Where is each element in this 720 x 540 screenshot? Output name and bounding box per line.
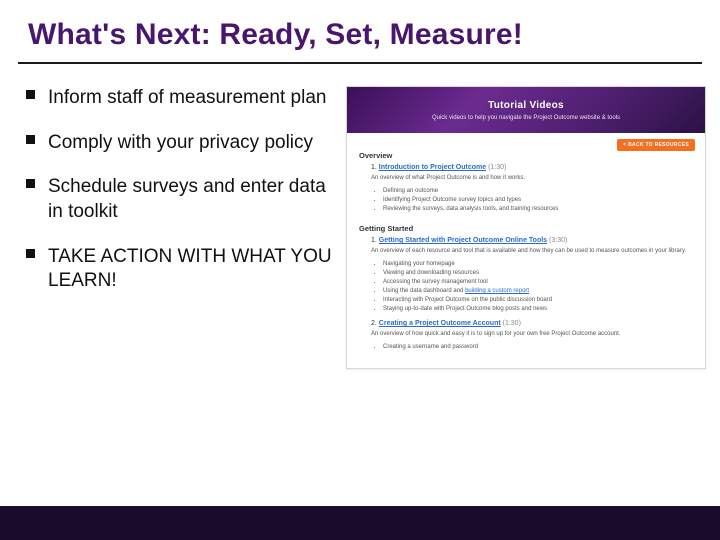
video-link[interactable]: Introduction to Project Outcome [379, 164, 486, 171]
square-bullet-icon [26, 135, 35, 144]
video-duration: (3:30) [549, 237, 567, 244]
video-item: 1. Introduction to Project Outcome (1:30… [371, 164, 693, 171]
subpoint: Accessing the survey management tool [383, 278, 693, 287]
slide-title: What's Next: Ready, Set, Measure! [28, 18, 692, 52]
bullet-text: TAKE ACTION WITH WHAT YOU LEARN! [48, 246, 332, 292]
section-heading-getting-started: Getting Started [359, 224, 693, 233]
video-duration: (1:30) [503, 320, 521, 327]
video-link[interactable]: Getting Started with Project Outcome Onl… [379, 237, 547, 244]
item-number: 1. [371, 164, 377, 171]
banner-title: Tutorial Videos [488, 100, 564, 111]
video-subpoints: Navigating your homepage Viewing and dow… [383, 260, 693, 314]
item-number: 1. [371, 237, 377, 244]
subpoint: Using the data dashboard and building a … [383, 287, 693, 296]
thumbnail-body: < BACK TO RESOURCES Overview 1. Introduc… [347, 133, 705, 368]
video-link[interactable]: Creating a Project Outcome Account [379, 320, 501, 327]
bullet-item: TAKE ACTION WITH WHAT YOU LEARN! [20, 245, 340, 294]
inline-link[interactable]: building a custom report [465, 288, 529, 294]
subpoint: Interacting with Project Outcome on the … [383, 296, 693, 305]
video-subpoints: Creating a username and password [383, 343, 693, 352]
bullet-text: Comply with your privacy policy [48, 132, 313, 153]
thumbnail-banner: Tutorial Videos Quick videos to help you… [347, 87, 705, 133]
subpoint: Identifying Project Outcome survey topic… [383, 196, 693, 205]
slide-footer-bar [0, 506, 720, 540]
item-number: 2. [371, 320, 377, 327]
video-description: An overview of how quick and easy it is … [371, 330, 693, 338]
subpoint: Navigating your homepage [383, 260, 693, 269]
video-duration: (1:30) [488, 164, 506, 171]
section-heading-overview: Overview [359, 151, 693, 160]
video-description: An overview of each resource and tool th… [371, 247, 693, 255]
bullet-text: Inform staff of measurement plan [48, 87, 326, 108]
bullet-list: Inform staff of measurement plan Comply … [20, 86, 340, 369]
video-description: An overview of what Project Outcome is a… [371, 174, 693, 182]
banner-subtitle: Quick videos to help you navigate the Pr… [414, 115, 638, 121]
video-subpoints: Defining an outcome Identifying Project … [383, 187, 693, 214]
subpoint: Staying up-to-date with Project Outcome … [383, 305, 693, 314]
square-bullet-icon [26, 249, 35, 258]
subpoint: Defining an outcome [383, 187, 693, 196]
content-row: Inform staff of measurement plan Comply … [0, 64, 720, 369]
bullet-text: Schedule surveys and enter data in toolk… [48, 176, 326, 222]
subpoint: Viewing and downloading resources [383, 269, 693, 278]
tutorial-videos-thumbnail: Tutorial Videos Quick videos to help you… [346, 86, 706, 369]
bullet-item: Comply with your privacy policy [20, 131, 340, 156]
square-bullet-icon [26, 179, 35, 188]
subpoint: Creating a username and password [383, 343, 693, 352]
bullet-item: Inform staff of measurement plan [20, 86, 340, 111]
title-wrap: What's Next: Ready, Set, Measure! [0, 0, 720, 58]
video-item: 1. Getting Started with Project Outcome … [371, 237, 693, 244]
video-item: 2. Creating a Project Outcome Account (1… [371, 320, 693, 327]
bullet-item: Schedule surveys and enter data in toolk… [20, 175, 340, 224]
subpoint: Reviewing the surveys, data analysis too… [383, 205, 693, 214]
slide: What's Next: Ready, Set, Measure! Inform… [0, 0, 720, 540]
back-to-resources-button[interactable]: < BACK TO RESOURCES [617, 139, 695, 151]
square-bullet-icon [26, 90, 35, 99]
